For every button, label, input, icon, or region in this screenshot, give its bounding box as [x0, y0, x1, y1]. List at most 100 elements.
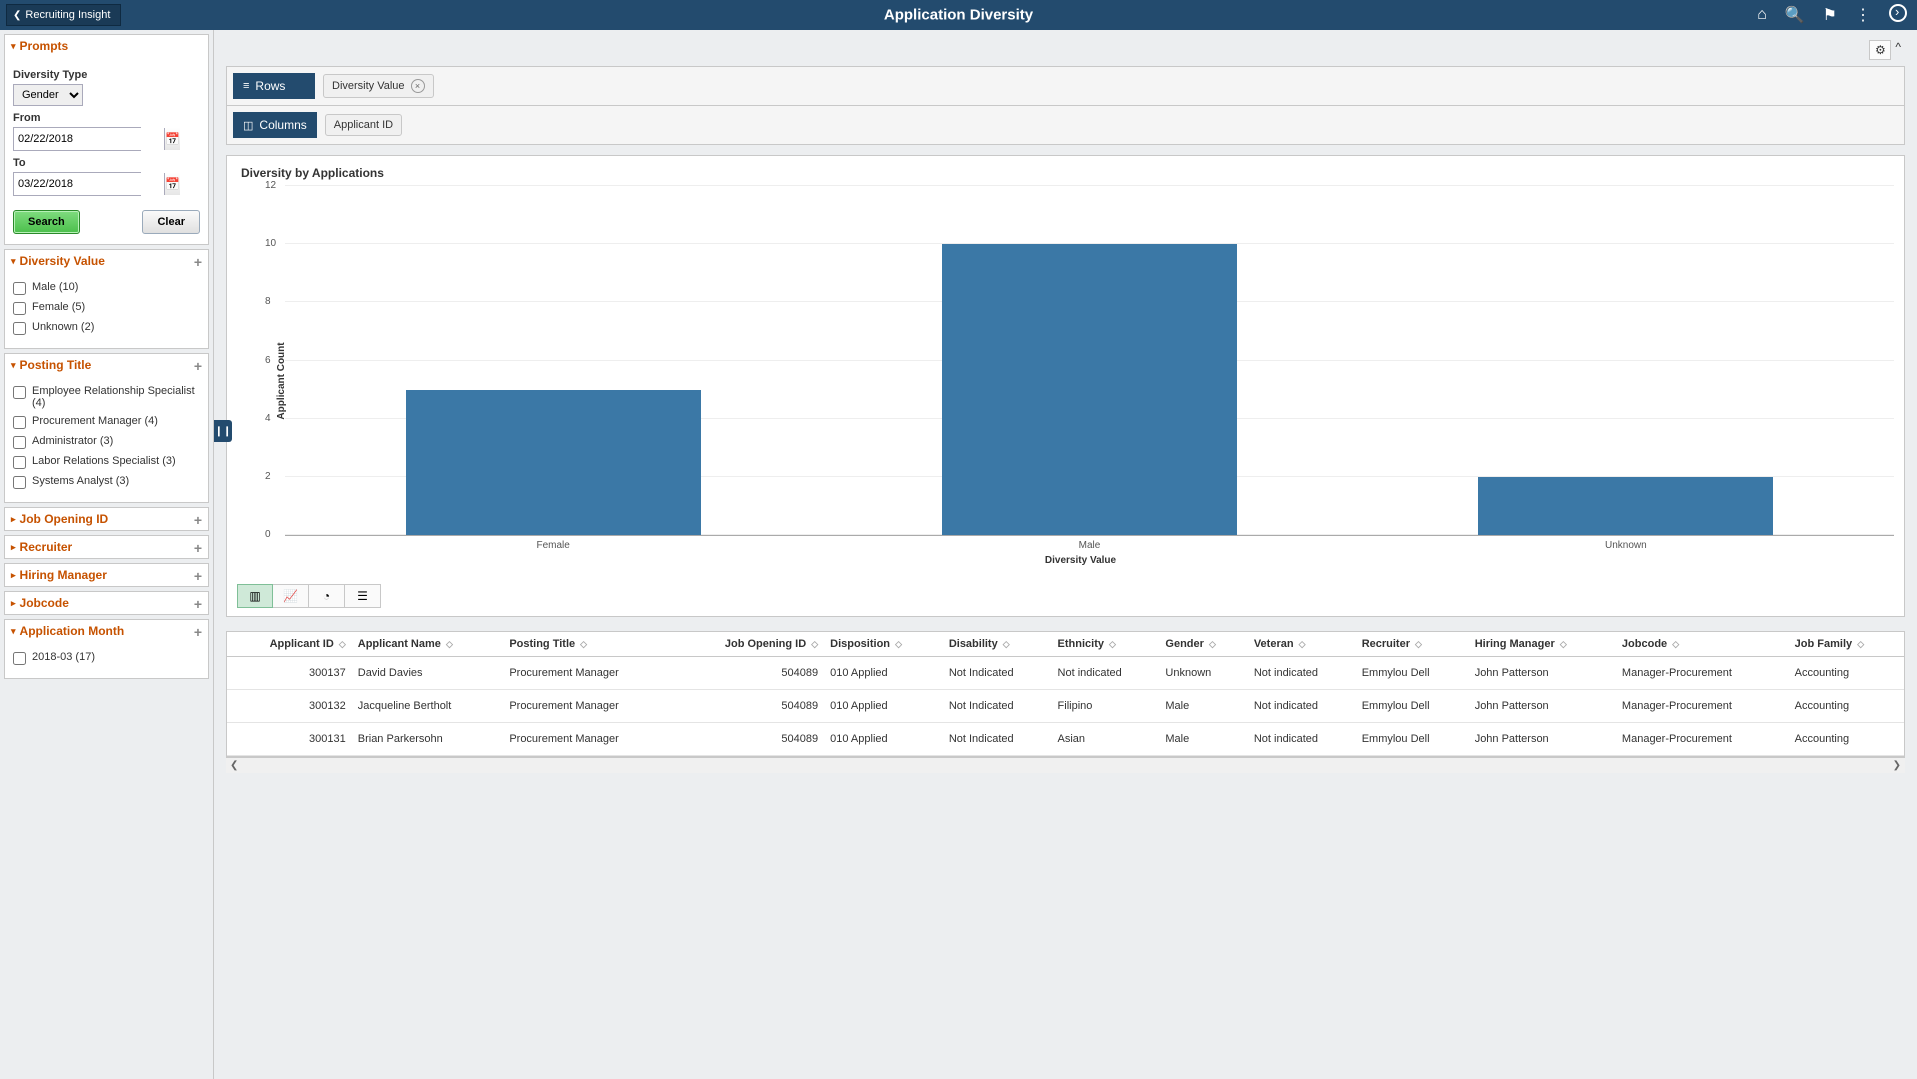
column-header[interactable]: Gender ◇ — [1159, 632, 1247, 657]
add-icon[interactable]: + — [194, 512, 202, 528]
search-icon[interactable]: 🔍 — [1785, 5, 1805, 25]
table-cell: 010 Applied — [824, 723, 943, 756]
add-icon[interactable]: + — [194, 596, 202, 612]
home-icon[interactable]: ⌂ — [1757, 6, 1767, 24]
item-label: Procurement Manager (4) — [32, 415, 158, 427]
checkbox[interactable] — [13, 386, 26, 399]
sort-icon: ◇ — [895, 639, 902, 649]
list-item[interactable]: Employee Relationship Specialist (4) — [13, 382, 200, 412]
column-header[interactable]: Recruiter ◇ — [1356, 632, 1469, 657]
checkbox[interactable] — [13, 322, 26, 335]
column-header[interactable]: Applicant ID ◇ — [227, 632, 352, 657]
more-icon[interactable]: ⋮ — [1855, 5, 1871, 25]
checkbox[interactable] — [13, 652, 26, 665]
table-cell: Male — [1159, 690, 1247, 723]
chart-bar[interactable] — [406, 390, 701, 535]
chart-xticks: FemaleMaleUnknown — [285, 536, 1894, 551]
column-header[interactable]: Disability ◇ — [943, 632, 1052, 657]
table-row[interactable]: 300137David DaviesProcurement Manager504… — [227, 657, 1904, 690]
add-icon[interactable]: + — [194, 540, 202, 556]
pie-chart-icon[interactable]: ◔ — [309, 584, 345, 608]
chip-remove-icon[interactable]: × — [411, 79, 425, 93]
table-cell: Asian — [1052, 723, 1160, 756]
chevron-down-icon: ▾ — [11, 626, 16, 637]
checkbox[interactable] — [13, 476, 26, 489]
item-label: Administrator (3) — [32, 435, 113, 447]
column-header[interactable]: Ethnicity ◇ — [1052, 632, 1160, 657]
table-row[interactable]: 300131Brian ParkersohnProcurement Manage… — [227, 723, 1904, 756]
rows-label[interactable]: ≡ Rows — [233, 73, 315, 99]
calendar-icon[interactable]: 📅 — [164, 173, 180, 195]
chip-applicant-id[interactable]: Applicant ID — [325, 114, 402, 136]
panel-header-prompts[interactable]: ▾ Prompts — [5, 35, 208, 57]
table-cell: 504089 — [675, 657, 824, 690]
chart-bar[interactable] — [1478, 477, 1773, 535]
panel-header-application-month[interactable]: ▾ Application Month + — [5, 620, 208, 642]
column-header[interactable]: Applicant Name ◇ — [352, 632, 504, 657]
table-cell: Jacqueline Bertholt — [352, 690, 504, 723]
line-chart-icon[interactable]: 📈 — [273, 584, 309, 608]
horizontal-scrollbar[interactable]: ❮ ❯ — [226, 757, 1905, 773]
list-item[interactable]: Administrator (3) — [13, 432, 200, 452]
chip-diversity-value[interactable]: Diversity Value × — [323, 74, 434, 98]
list-item[interactable]: Labor Relations Specialist (3) — [13, 452, 200, 472]
add-icon[interactable]: + — [194, 624, 202, 640]
from-date-field[interactable]: 📅 — [13, 127, 141, 151]
table-row[interactable]: 300132Jacqueline BertholtProcurement Man… — [227, 690, 1904, 723]
horizontal-bar-icon[interactable]: ☰ — [345, 584, 381, 608]
flag-icon[interactable]: ⚑ — [1823, 5, 1837, 25]
from-date-input[interactable] — [14, 128, 164, 150]
settings-icon[interactable]: ⚙ — [1869, 40, 1891, 60]
column-header[interactable]: Posting Title ◇ — [503, 632, 675, 657]
diversity-type-select[interactable]: Gender — [13, 84, 83, 106]
list-item[interactable]: Female (5) — [13, 298, 200, 318]
panel-header-posting-title[interactable]: ▾ Posting Title + — [5, 354, 208, 376]
column-header[interactable]: Jobcode ◇ — [1616, 632, 1789, 657]
panel-header-diversity-value[interactable]: ▾ Diversity Value + — [5, 250, 208, 272]
search-button[interactable]: Search — [13, 210, 80, 234]
table-cell: Not indicated — [1248, 690, 1356, 723]
scroll-right-icon[interactable]: ❯ — [1893, 760, 1901, 771]
column-header[interactable]: Veteran ◇ — [1248, 632, 1356, 657]
scroll-left-icon[interactable]: ❮ — [230, 760, 238, 771]
checkbox[interactable] — [13, 416, 26, 429]
compass-icon[interactable] — [1889, 4, 1907, 27]
list-item[interactable]: Unknown (2) — [13, 318, 200, 338]
table-cell: Procurement Manager — [503, 690, 675, 723]
column-header[interactable]: Job Opening ID ◇ — [675, 632, 824, 657]
panel-header[interactable]: ▸Hiring Manager+ — [5, 564, 208, 586]
sidebar-collapse-handle[interactable]: ❙❙ — [214, 420, 232, 442]
column-header[interactable]: Hiring Manager ◇ — [1469, 632, 1616, 657]
bar-chart-icon[interactable]: ▥ — [237, 584, 273, 608]
checkbox[interactable] — [13, 436, 26, 449]
sort-icon: ◇ — [1109, 639, 1116, 649]
back-button[interactable]: ❮ Recruiting Insight — [6, 4, 121, 26]
item-label: 2018-03 (17) — [32, 651, 95, 663]
checkbox[interactable] — [13, 456, 26, 469]
panel-header[interactable]: ▸Recruiter+ — [5, 536, 208, 558]
checkbox[interactable] — [13, 282, 26, 295]
add-icon[interactable]: + — [194, 254, 202, 270]
column-header[interactable]: Job Family ◇ — [1789, 632, 1904, 657]
list-item[interactable]: Male (10) — [13, 278, 200, 298]
chart-bar[interactable] — [942, 244, 1237, 535]
to-date-field[interactable]: 📅 — [13, 172, 141, 196]
column-header[interactable]: Disposition ◇ — [824, 632, 943, 657]
add-icon[interactable]: + — [194, 358, 202, 374]
back-label: Recruiting Insight — [25, 9, 110, 21]
list-item[interactable]: Systems Analyst (3) — [13, 472, 200, 492]
table-cell: Not indicated — [1248, 723, 1356, 756]
chart-card: Diversity by Applications Applicant Coun… — [226, 155, 1905, 617]
panel-header[interactable]: ▸Job Opening ID+ — [5, 508, 208, 530]
calendar-icon[interactable]: 📅 — [164, 128, 180, 150]
checkbox[interactable] — [13, 302, 26, 315]
columns-label[interactable]: ◫ Columns — [233, 112, 317, 138]
list-item[interactable]: Procurement Manager (4) — [13, 412, 200, 432]
panel-header[interactable]: ▸Jobcode+ — [5, 592, 208, 614]
list-item[interactable]: 2018-03 (17) — [13, 648, 200, 668]
clear-button[interactable]: Clear — [142, 210, 200, 234]
collapse-up-icon[interactable]: ^ — [1895, 40, 1901, 60]
to-date-input[interactable] — [14, 173, 164, 195]
add-icon[interactable]: + — [194, 568, 202, 584]
table-cell: Procurement Manager — [503, 723, 675, 756]
